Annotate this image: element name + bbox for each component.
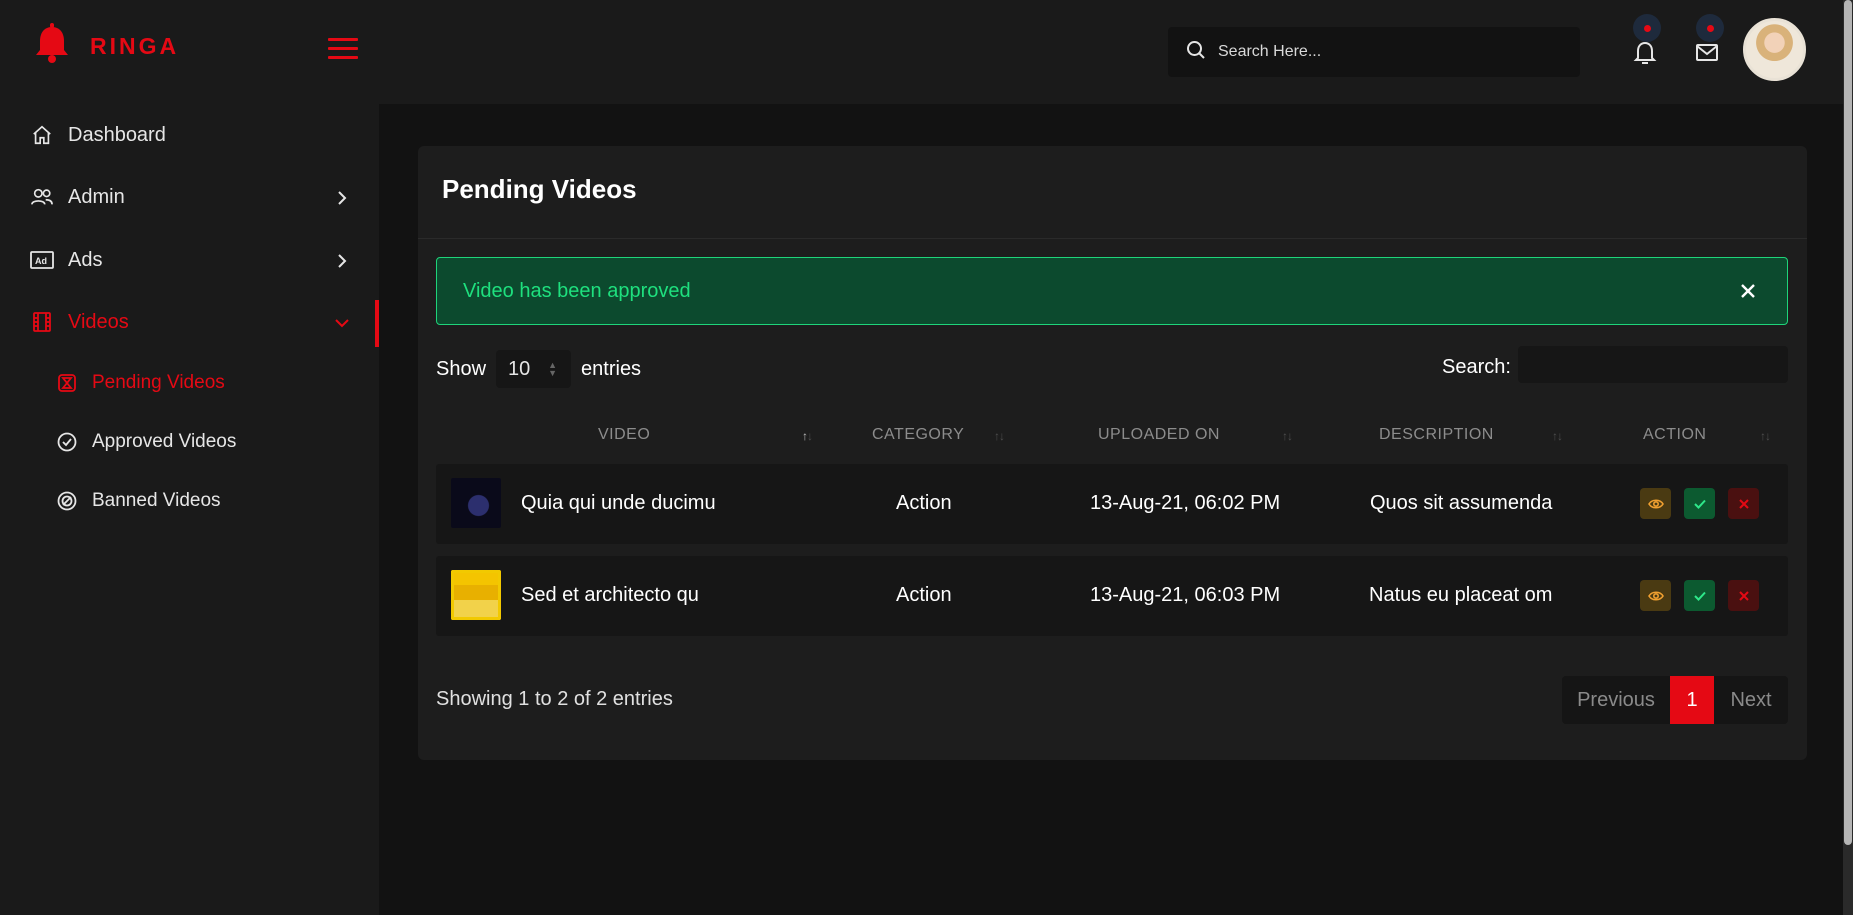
video-category: Action bbox=[896, 584, 952, 606]
sidebar-item-label: Dashboard bbox=[68, 123, 166, 146]
check-icon bbox=[1693, 499, 1706, 509]
active-indicator bbox=[375, 300, 379, 347]
sidebar-subitem-label: Approved Videos bbox=[92, 431, 237, 452]
entries-label: entries bbox=[581, 357, 642, 380]
sidebar-subitem-approved-videos[interactable]: Approved Videos bbox=[56, 422, 236, 462]
sidebar-subitem-label: Banned Videos bbox=[92, 490, 221, 511]
bell-logo-icon bbox=[30, 22, 74, 71]
video-description: Natus eu placeat om bbox=[1369, 584, 1553, 606]
ban-icon bbox=[56, 490, 78, 512]
video-title: Quia qui unde ducimu bbox=[521, 492, 716, 514]
divider bbox=[418, 238, 1807, 239]
scrollbar-thumb[interactable] bbox=[1844, 0, 1852, 845]
topbar bbox=[379, 0, 1853, 104]
sort-icon[interactable]: ↑↓ bbox=[1760, 429, 1771, 443]
close-icon bbox=[1738, 498, 1749, 509]
ban-button[interactable] bbox=[1728, 580, 1759, 611]
check-circle-icon bbox=[56, 431, 78, 453]
sidebar-item-label: Ads bbox=[68, 248, 103, 271]
video-thumbnail[interactable] bbox=[451, 478, 501, 528]
table-row: Quia qui unde ducimu Action 13-Aug-21, 0… bbox=[436, 464, 1788, 544]
column-header-video[interactable]: VIDEO bbox=[598, 426, 650, 444]
film-icon bbox=[30, 310, 54, 334]
sidebar-item-label: Admin bbox=[68, 185, 125, 208]
chevron-right-icon bbox=[334, 252, 350, 268]
column-header-description[interactable]: DESCRIPTION bbox=[1379, 426, 1494, 444]
table-search-label: Search: bbox=[1442, 356, 1511, 378]
mail-icon[interactable] bbox=[1693, 38, 1721, 66]
entries-select[interactable]: 10 ▲ ▼ bbox=[496, 350, 572, 388]
pagination: Previous 1 Next bbox=[1562, 676, 1788, 724]
sidebar: RINGA Dashboard Admin Ad Ads Videos Pend… bbox=[0, 0, 379, 915]
entries-select-value: 10 bbox=[508, 357, 531, 380]
sidebar-item-videos[interactable]: Videos bbox=[0, 298, 379, 346]
next-button[interactable]: Next bbox=[1714, 676, 1788, 724]
entries-length-control: Show 10 ▲ ▼ entries bbox=[436, 350, 641, 388]
success-alert: Video has been approved bbox=[436, 257, 1788, 325]
brand[interactable]: RINGA bbox=[30, 22, 179, 71]
users-icon bbox=[30, 185, 54, 209]
page-title: Pending Videos bbox=[442, 174, 637, 204]
previous-button[interactable]: Previous bbox=[1562, 676, 1670, 724]
bell-icon[interactable] bbox=[1631, 38, 1659, 66]
table-info: Showing 1 to 2 of 2 entries bbox=[436, 688, 673, 710]
video-description: Quos sit assumenda bbox=[1370, 492, 1553, 514]
sort-icon[interactable]: ↑↓ bbox=[1282, 429, 1293, 443]
pending-icon bbox=[56, 372, 78, 394]
scrollbar[interactable] bbox=[1843, 0, 1853, 915]
check-icon bbox=[1693, 591, 1706, 601]
sort-icon[interactable]: ↑↓ bbox=[994, 429, 1005, 443]
close-icon bbox=[1738, 590, 1749, 601]
table-search-input[interactable] bbox=[1518, 346, 1788, 383]
menu-toggle-icon[interactable] bbox=[328, 38, 358, 62]
search-icon bbox=[1186, 40, 1206, 65]
view-button[interactable] bbox=[1640, 488, 1671, 519]
header-search[interactable] bbox=[1168, 27, 1580, 77]
chevron-down-icon bbox=[334, 314, 350, 330]
avatar[interactable] bbox=[1743, 18, 1806, 81]
video-uploaded-on: 13-Aug-21, 06:02 PM bbox=[1090, 492, 1281, 514]
sort-icon[interactable]: ↑↓ bbox=[802, 429, 813, 443]
page-1-button[interactable]: 1 bbox=[1670, 676, 1714, 724]
eye-icon bbox=[1647, 590, 1664, 601]
brand-name: RINGA bbox=[90, 33, 180, 59]
sidebar-subitem-label: Pending Videos bbox=[92, 372, 225, 393]
chevron-right-icon bbox=[334, 189, 350, 205]
sidebar-subitem-pending-videos[interactable]: Pending Videos bbox=[56, 363, 225, 403]
table-row: Sed et architecto qu Action 13-Aug-21, 0… bbox=[436, 556, 1788, 636]
close-icon[interactable] bbox=[1739, 282, 1757, 300]
search-input[interactable] bbox=[1218, 43, 1558, 61]
column-header-category[interactable]: CATEGORY bbox=[872, 426, 964, 444]
sidebar-item-label: Videos bbox=[68, 310, 129, 333]
column-header-uploaded-on[interactable]: UPLOADED ON bbox=[1098, 426, 1220, 444]
sidebar-item-dashboard[interactable]: Dashboard bbox=[0, 111, 379, 159]
sidebar-subitem-banned-videos[interactable]: Banned Videos bbox=[56, 481, 221, 521]
home-icon bbox=[30, 123, 54, 147]
alert-message: Video has been approved bbox=[463, 279, 691, 302]
column-header-action[interactable]: ACTION bbox=[1643, 426, 1706, 444]
eye-icon bbox=[1647, 498, 1664, 509]
approve-button[interactable] bbox=[1684, 488, 1715, 519]
pending-videos-card: Pending Videos Video has been approved S… bbox=[418, 146, 1807, 760]
video-uploaded-on: 13-Aug-21, 06:03 PM bbox=[1090, 584, 1281, 606]
sidebar-item-ads[interactable]: Ad Ads bbox=[0, 236, 379, 284]
sidebar-item-admin[interactable]: Admin bbox=[0, 173, 379, 221]
approve-button[interactable] bbox=[1684, 580, 1715, 611]
view-button[interactable] bbox=[1640, 580, 1671, 611]
show-label: Show bbox=[436, 357, 487, 380]
video-title: Sed et architecto qu bbox=[521, 584, 699, 606]
video-thumbnail[interactable] bbox=[451, 570, 501, 620]
ban-button[interactable] bbox=[1728, 488, 1759, 519]
video-category: Action bbox=[896, 492, 952, 514]
sort-arrows-icon: ▲ ▼ bbox=[548, 360, 558, 378]
sort-icon[interactable]: ↑↓ bbox=[1552, 429, 1563, 443]
svg-text:Ad: Ad bbox=[35, 256, 47, 266]
ad-icon: Ad bbox=[30, 248, 54, 272]
